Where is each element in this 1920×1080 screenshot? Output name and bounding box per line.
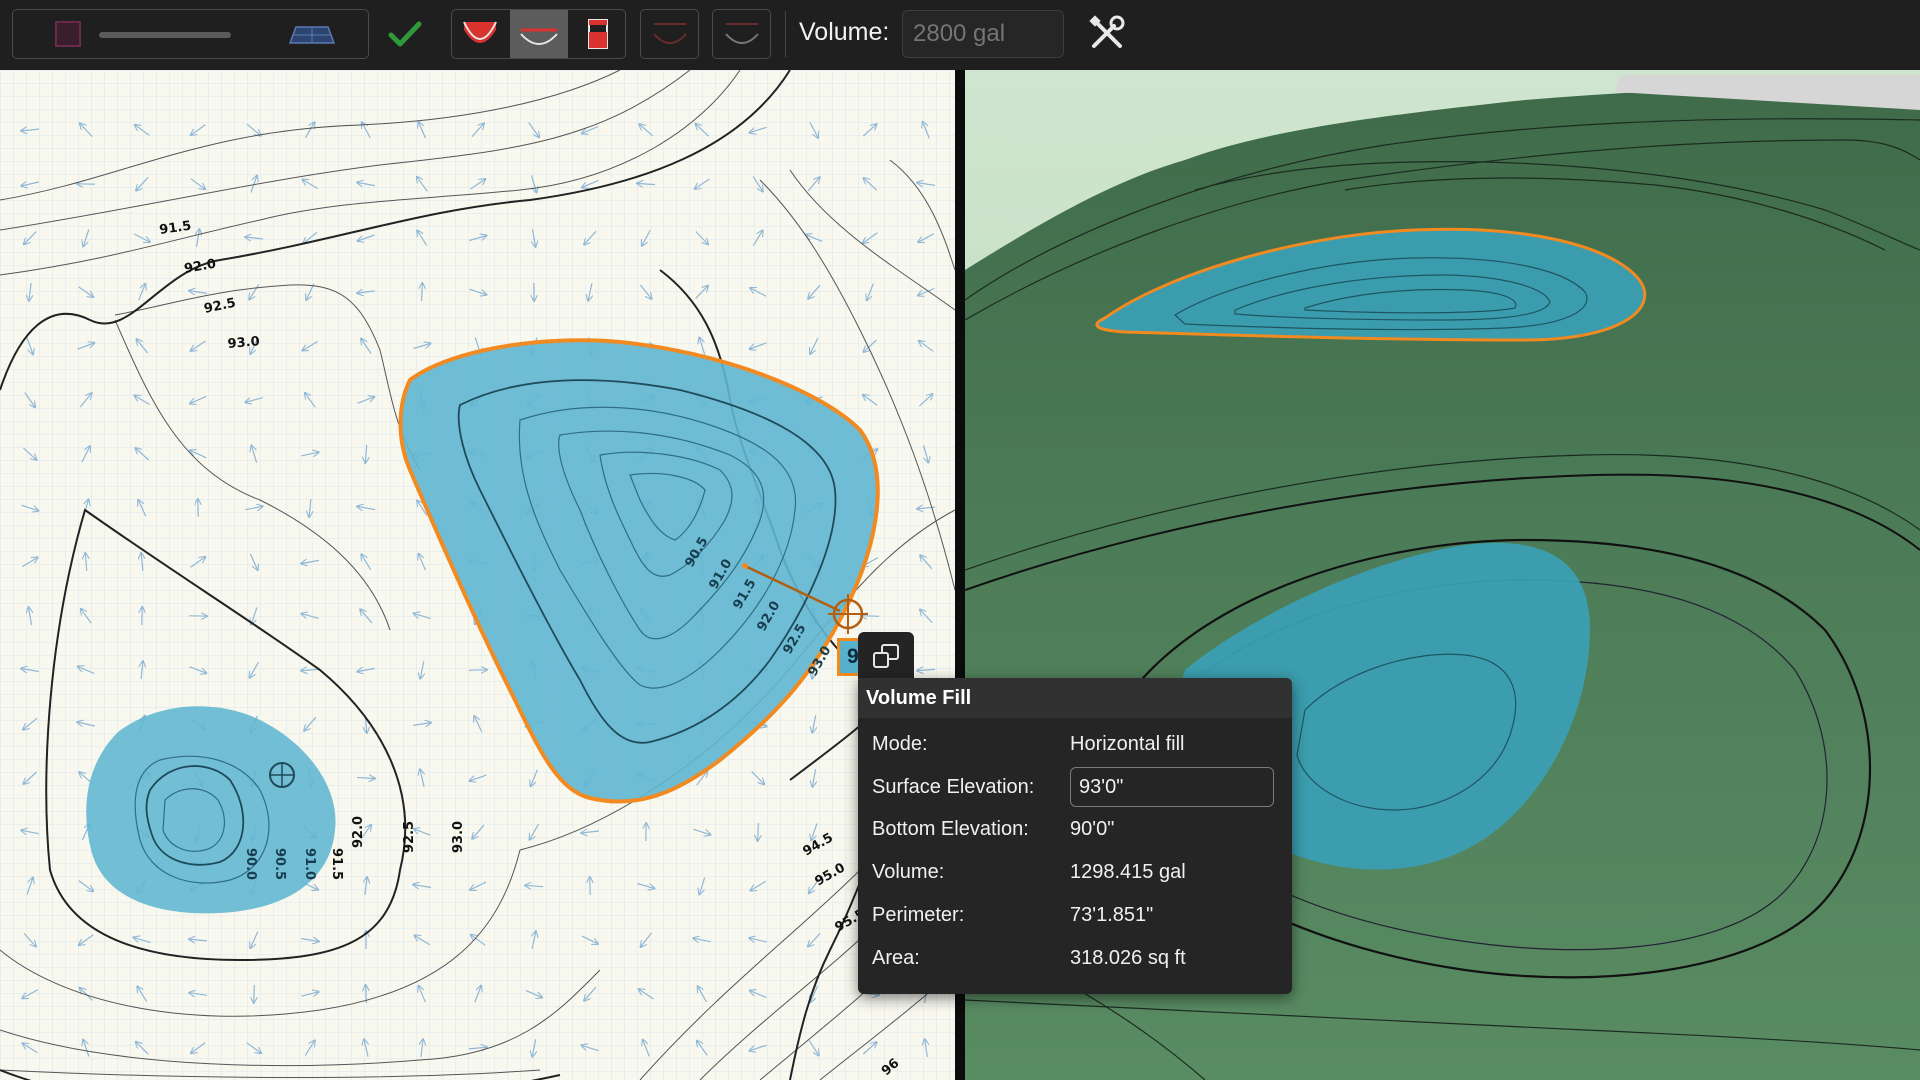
svg-text:91.5: 91.5 <box>329 848 344 880</box>
volume-input[interactable] <box>902 10 1064 58</box>
color-opacity-control[interactable] <box>12 9 369 59</box>
plan-view[interactable]: 90.5 91.0 91.5 92.0 92.5 93.0 91.5 92.0 … <box>0 70 955 1080</box>
svg-text:93.0: 93.0 <box>451 821 466 853</box>
raise-surface-icon <box>725 23 759 44</box>
popup-tab[interactable] <box>858 632 914 680</box>
svg-text:91.0: 91.0 <box>302 848 317 880</box>
panel-title: Volume Fill <box>858 678 1292 718</box>
fill-from-top-icon <box>463 21 497 43</box>
raise-surface-button[interactable] <box>712 9 771 59</box>
flow-arrow <box>861 616 880 617</box>
toolbar-separator <box>785 11 786 57</box>
check-icon[interactable] <box>388 20 422 48</box>
volume-row-label: Volume: <box>872 861 945 883</box>
toolbar: Volume: <box>0 0 1920 71</box>
area-value: 318.026 sq ft <box>1070 947 1186 969</box>
perimeter-label: Perimeter: <box>872 904 965 926</box>
volume-row-value: 1298.415 gal <box>1070 861 1186 883</box>
mode-value[interactable]: Horizontal fill <box>1070 733 1184 756</box>
flow-arrow <box>254 984 255 1003</box>
lower-surface-icon <box>653 23 687 44</box>
bottom-elevation-label: Bottom Elevation: <box>872 818 1029 840</box>
surface-plane-icon[interactable] <box>288 25 336 45</box>
fill-mode-group <box>451 9 626 59</box>
contour-map: 90.5 91.0 91.5 92.0 92.5 93.0 91.5 92.0 … <box>0 70 955 1080</box>
fill-container-icon <box>588 19 608 49</box>
horizontal-fill-button[interactable] <box>510 10 568 58</box>
svg-text:92.5: 92.5 <box>402 821 417 853</box>
volume-label: Volume: <box>799 18 890 46</box>
opacity-slider[interactable] <box>99 32 231 38</box>
flow-arrow <box>468 670 487 671</box>
svg-text:90.0: 90.0 <box>243 848 258 880</box>
area-label: Area: <box>872 947 920 969</box>
tools-icon[interactable] <box>1088 14 1126 52</box>
volume-fill-panel: Volume Fill Mode: Horizontal fill Surfac… <box>858 678 1292 994</box>
flow-arrow <box>422 283 423 302</box>
perimeter-value: 73'1.851" <box>1070 904 1154 926</box>
horizontal-fill-icon <box>520 28 558 45</box>
fill-container-button[interactable] <box>570 10 626 58</box>
svg-text:93.0: 93.0 <box>227 334 260 352</box>
fill-color-swatch[interactable] <box>55 21 81 47</box>
lower-surface-button[interactable] <box>640 9 699 59</box>
svg-text:92.0: 92.0 <box>351 816 366 848</box>
flow-arrow <box>758 822 759 841</box>
mode-label: Mode: <box>872 733 928 755</box>
surface-elevation-field[interactable] <box>1070 767 1274 807</box>
surface-elevation-label: Surface Elevation: <box>872 776 1035 798</box>
flow-arrow <box>142 607 143 626</box>
svg-text:90.5: 90.5 <box>272 848 287 880</box>
bottom-elevation-value: 90'0" <box>1070 818 1115 840</box>
fill-from-top-button[interactable] <box>452 10 508 58</box>
volume-fill-icon <box>873 644 899 668</box>
